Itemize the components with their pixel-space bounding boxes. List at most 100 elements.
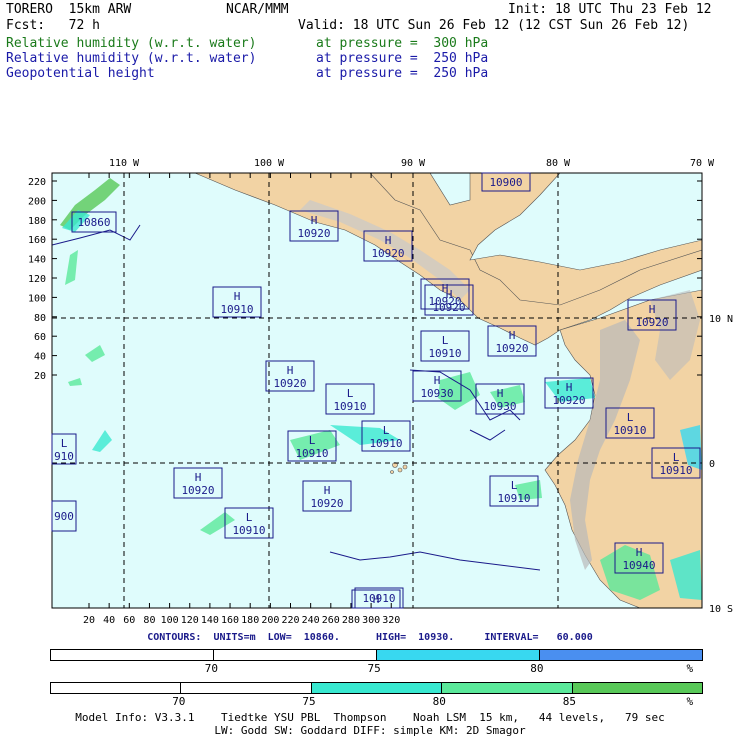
svg-text:L: L bbox=[61, 437, 68, 450]
svg-text:H: H bbox=[385, 234, 392, 247]
svg-text:10920: 10920 bbox=[432, 301, 465, 314]
colorbar-label: % bbox=[686, 662, 694, 675]
svg-text:L: L bbox=[442, 334, 449, 347]
colorbar-label: 80 bbox=[530, 662, 544, 675]
x-tick-label: 240 bbox=[302, 615, 320, 626]
colorbar-250hpa bbox=[50, 649, 703, 661]
svg-text:H: H bbox=[446, 288, 453, 301]
colorbar-segment bbox=[51, 683, 182, 693]
svg-text:10910: 10910 bbox=[497, 492, 530, 505]
y-tick-label: 180 bbox=[28, 216, 46, 227]
svg-text:H: H bbox=[373, 593, 380, 606]
colorbar-300hpa bbox=[50, 682, 703, 694]
lat-label: 10 N bbox=[709, 314, 733, 325]
svg-text:10920: 10920 bbox=[552, 394, 585, 407]
model-physics: LW: Godd SW: Goddard DIFF: simple KM: 2D… bbox=[214, 724, 526, 737]
svg-text:910: 910 bbox=[54, 450, 74, 463]
svg-text:H: H bbox=[566, 381, 573, 394]
y-tick-label: 40 bbox=[34, 352, 46, 363]
x-tick-label: 60 bbox=[123, 615, 135, 626]
svg-text:10910: 10910 bbox=[232, 524, 265, 537]
svg-text:H: H bbox=[649, 303, 656, 316]
x-tick-label: 280 bbox=[342, 615, 360, 626]
svg-text:H: H bbox=[324, 484, 331, 497]
y-tick-label: 120 bbox=[28, 274, 46, 285]
x-tick-label: 140 bbox=[201, 615, 219, 626]
y-tick-label: 20 bbox=[34, 371, 46, 382]
svg-text:10920: 10920 bbox=[495, 342, 528, 355]
svg-text:L: L bbox=[309, 434, 316, 447]
model-info: Model Info: V3.3.1 Tiedtke YSU PBL Thomp… bbox=[75, 711, 665, 724]
svg-text:10910: 10910 bbox=[613, 424, 646, 437]
svg-text:H: H bbox=[509, 329, 516, 342]
svg-text:10910: 10910 bbox=[220, 303, 253, 316]
svg-text:10910: 10910 bbox=[659, 464, 692, 477]
lat-label: 10 S bbox=[709, 604, 733, 615]
y-tick-label: 160 bbox=[28, 235, 46, 246]
x-tick-label: 200 bbox=[261, 615, 279, 626]
lat-label: 0 bbox=[709, 459, 715, 470]
colorbar-label: 70 bbox=[204, 662, 218, 675]
svg-text:H: H bbox=[434, 374, 441, 387]
y-tick-label: 80 bbox=[34, 313, 46, 324]
svg-text:10910: 10910 bbox=[333, 400, 366, 413]
x-tick-label: 20 bbox=[83, 615, 95, 626]
y-tick-label: 100 bbox=[28, 293, 46, 304]
contours-info: CONTOURS: UNITS=m LOW= 10860. HIGH= 1093… bbox=[147, 632, 593, 643]
colorbar-label: 70 bbox=[172, 695, 186, 708]
svg-text:10920: 10920 bbox=[371, 247, 404, 260]
colorbar-segment bbox=[540, 650, 702, 660]
svg-text:10920: 10920 bbox=[310, 497, 343, 510]
svg-text:10910: 10910 bbox=[428, 347, 461, 360]
x-tick-label: 40 bbox=[103, 615, 115, 626]
weather-map: 10860 H10920H1092010900H10910H10920H10920… bbox=[28, 158, 733, 626]
colorbar-label: 75 bbox=[302, 695, 316, 708]
x-tick-label: 220 bbox=[281, 615, 299, 626]
svg-text:10920: 10920 bbox=[181, 484, 214, 497]
svg-text:H: H bbox=[195, 471, 202, 484]
svg-text:L: L bbox=[246, 511, 253, 524]
y-tick-label: 60 bbox=[34, 332, 46, 343]
svg-text:10930: 10930 bbox=[420, 387, 453, 400]
svg-text:10900: 10900 bbox=[489, 176, 522, 189]
x-tick-label: 120 bbox=[181, 615, 199, 626]
svg-text:10920: 10920 bbox=[297, 227, 330, 240]
colorbar-segment bbox=[214, 650, 377, 660]
svg-text:L: L bbox=[383, 424, 390, 437]
svg-text:10940: 10940 bbox=[622, 559, 655, 572]
colorbar-segment bbox=[572, 683, 703, 693]
svg-text:10920: 10920 bbox=[273, 377, 306, 390]
x-tick-label: 260 bbox=[322, 615, 340, 626]
x-tick-label: 80 bbox=[143, 615, 155, 626]
svg-text:10930: 10930 bbox=[483, 400, 516, 413]
colorbar-label: 80 bbox=[432, 695, 446, 708]
colorbar-label: % bbox=[686, 695, 694, 708]
colorbar-label: 85 bbox=[562, 695, 577, 708]
svg-text:L: L bbox=[627, 411, 634, 424]
x-tick-label: 160 bbox=[221, 615, 239, 626]
y-tick-label: 140 bbox=[28, 255, 46, 266]
svg-text:10910: 10910 bbox=[369, 437, 402, 450]
y-tick-label: 200 bbox=[28, 196, 46, 207]
colorbar-label: 75 bbox=[367, 662, 381, 675]
svg-text:H: H bbox=[234, 290, 241, 303]
x-tick-label: 180 bbox=[241, 615, 259, 626]
lon-label: 110 W bbox=[109, 158, 140, 169]
colorbar-segment bbox=[311, 683, 443, 693]
colorbar-segment bbox=[377, 650, 540, 660]
x-tick-label: 100 bbox=[161, 615, 179, 626]
x-tick-label: 300 bbox=[362, 615, 380, 626]
colorbar-segment bbox=[442, 683, 573, 693]
svg-text:900: 900 bbox=[54, 510, 74, 523]
colorbar-segment bbox=[51, 650, 214, 660]
x-tick-label: 320 bbox=[382, 615, 400, 626]
svg-text:10860: 10860 bbox=[77, 216, 110, 229]
svg-text:10910: 10910 bbox=[295, 447, 328, 460]
svg-text:H: H bbox=[287, 364, 294, 377]
svg-text:10920: 10920 bbox=[635, 316, 668, 329]
lon-label: 80 W bbox=[546, 158, 571, 169]
lon-label: 90 W bbox=[401, 158, 426, 169]
svg-text:L: L bbox=[347, 387, 354, 400]
lon-label: 100 W bbox=[254, 158, 285, 169]
svg-text:L: L bbox=[511, 479, 518, 492]
